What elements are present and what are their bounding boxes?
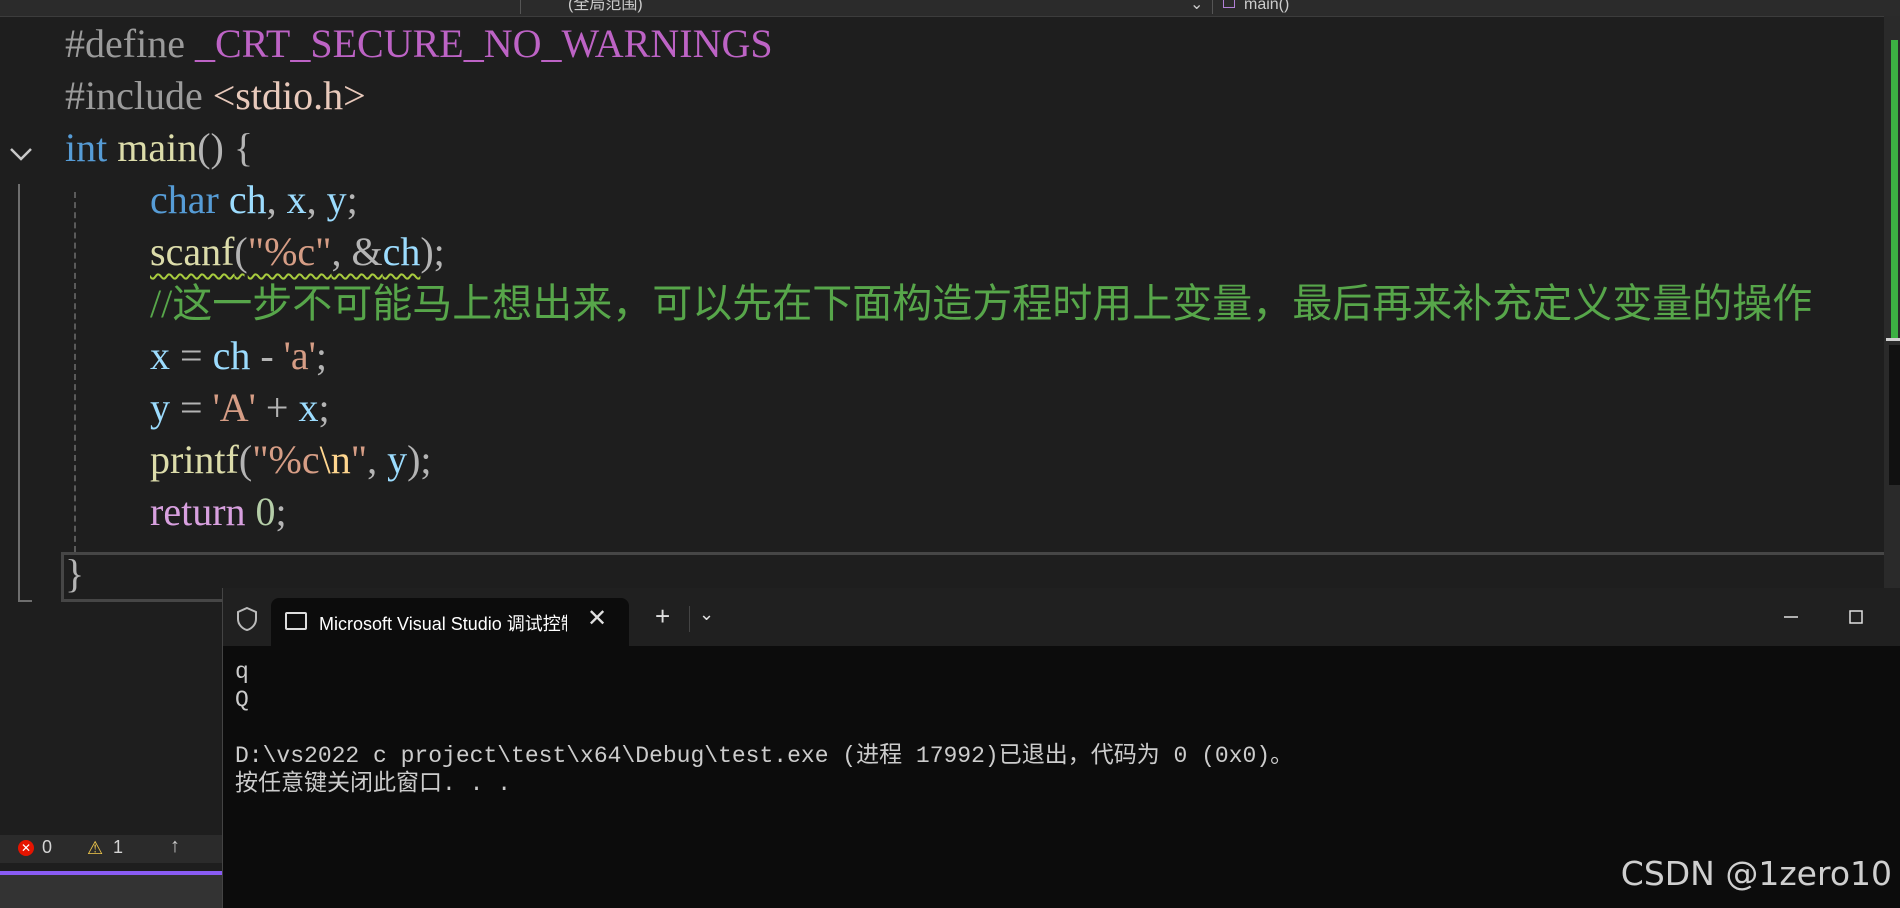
error-count[interactable]: 0	[42, 837, 52, 858]
code-line-7[interactable]: x = ch - 'a';	[150, 330, 327, 382]
terminal-titlebar[interactable]: Microsoft Visual Studio 调试控制台 ✕ + ⌄	[223, 588, 1900, 646]
punctuation: () {	[197, 125, 254, 170]
warning-squiggle[interactable]: scanf("%c", &ch	[150, 229, 420, 274]
variable: x	[286, 177, 307, 222]
variable: y	[326, 177, 347, 222]
watermark: CSDN @1zero10	[1620, 854, 1892, 893]
close-icon[interactable]: ✕	[587, 604, 607, 634]
variable: y	[150, 385, 170, 430]
chevron-down-icon[interactable]: ⌄	[699, 604, 714, 625]
escape-sequence: \n	[319, 437, 351, 482]
punctuation: (	[238, 437, 253, 482]
warning-count[interactable]: 1	[113, 837, 123, 858]
terminal-tab[interactable]: Microsoft Visual Studio 调试控制台 ✕	[271, 598, 629, 646]
operator: =	[170, 385, 213, 430]
punctuation: );	[407, 437, 432, 482]
punctuation: (	[234, 229, 248, 274]
method-icon	[1223, 0, 1235, 8]
console-output-line: 按任意键关闭此窗口. . .	[235, 771, 512, 797]
operator: =	[170, 333, 213, 378]
include-file: <stdio.h>	[212, 73, 366, 118]
number-literal: 0	[255, 489, 276, 534]
scope-dropdown[interactable]: (全局范围)	[568, 0, 1188, 13]
console-output-line: Q	[235, 687, 249, 713]
fold-region-line	[18, 184, 20, 602]
punctuation: ;	[315, 333, 327, 378]
operator: +	[255, 385, 299, 430]
fold-region-end	[18, 600, 32, 602]
code-line-6[interactable]: //这一步不可能马上想出来，可以先在下面构造方程时用上变量，最后再来补充定义变量…	[150, 278, 1812, 330]
chevron-down-icon: ⌄	[1190, 0, 1200, 13]
keyword: char	[150, 177, 219, 222]
function-name: main	[117, 125, 198, 170]
console-icon	[285, 612, 307, 630]
code-line-8[interactable]: y = 'A' + x;	[150, 382, 330, 434]
console-output-line: D:\vs2022 c project\test\x64\Debug\test.…	[235, 743, 1294, 769]
macro-name: _CRT_SECURE_NO_WARNINGS	[194, 21, 773, 66]
keyword: return	[150, 489, 246, 534]
string-literal: "%c	[252, 437, 320, 482]
change-marker	[1891, 40, 1898, 340]
scrollbar-thumb[interactable]	[1889, 345, 1900, 485]
code-line-3[interactable]: int main() {	[65, 122, 253, 174]
variable: x	[298, 385, 319, 430]
punctuation: ;	[346, 177, 358, 222]
punctuation: ,	[367, 437, 388, 482]
variable: y	[387, 437, 408, 482]
punctuation: );	[420, 229, 445, 274]
member-dropdown[interactable]: main()	[1244, 0, 1844, 13]
caret-marker	[1886, 338, 1900, 341]
error-icon[interactable]: ✕	[18, 840, 34, 856]
directive: #define	[65, 21, 185, 66]
punctuation: , &	[331, 229, 383, 274]
code-line-9[interactable]: printf("%c\n", y);	[150, 434, 432, 486]
code-editor[interactable]: #define _CRT_SECURE_NO_WARNINGS #include…	[0, 16, 1900, 602]
keyword: int	[65, 125, 108, 170]
nav-divider	[520, 0, 521, 14]
code-line-10[interactable]: return 0;	[150, 486, 287, 538]
comment: //这一步不可能马上想出来，可以先在下面构造方程时用上变量，最后再来补充定义变量…	[150, 281, 1813, 326]
variable: ch	[228, 177, 267, 222]
variable: ch	[212, 333, 251, 378]
plus-icon[interactable]: +	[655, 602, 670, 630]
punctuation: ;	[275, 489, 287, 534]
punctuation: ,	[266, 177, 287, 222]
minimize-icon[interactable]	[1770, 602, 1810, 632]
collapse-chevron-icon[interactable]	[8, 141, 34, 167]
nav-divider	[1212, 0, 1213, 14]
navigation-bar: (全局范围) ⌄ main()	[0, 0, 1900, 17]
arrow-up-icon[interactable]: ↑	[170, 835, 180, 858]
maximize-icon[interactable]	[1835, 602, 1875, 632]
divider	[689, 606, 690, 632]
code-line-4[interactable]: char ch, x, y;	[150, 174, 358, 226]
code-line-1[interactable]: #define _CRT_SECURE_NO_WARNINGS	[65, 18, 773, 70]
code-line-2[interactable]: #include <stdio.h>	[65, 70, 366, 122]
directive: #include	[65, 73, 203, 118]
punctuation: ;	[318, 385, 330, 430]
operator: -	[250, 333, 284, 378]
function-name: scanf	[150, 229, 235, 274]
variable: ch	[382, 229, 421, 274]
bottom-strip	[0, 875, 222, 908]
code-line-5[interactable]: scanf("%c", &ch);	[150, 226, 445, 278]
punctuation: ,	[306, 177, 327, 222]
string-literal: "%c"	[247, 229, 332, 274]
function-name: printf	[150, 437, 239, 482]
closing-brace: }	[65, 551, 85, 596]
char-literal: 'A'	[212, 385, 256, 430]
char-literal: 'a'	[283, 333, 316, 378]
warning-icon[interactable]: ⚠	[87, 838, 103, 859]
console-output-line: q	[235, 659, 249, 685]
variable: x	[150, 333, 170, 378]
tab-title: Microsoft Visual Studio 调试控制台	[319, 614, 567, 634]
indent-guide	[74, 192, 76, 552]
code-line-11[interactable]: }	[65, 548, 84, 600]
shield-icon	[237, 606, 257, 632]
string-literal: "	[350, 437, 368, 482]
